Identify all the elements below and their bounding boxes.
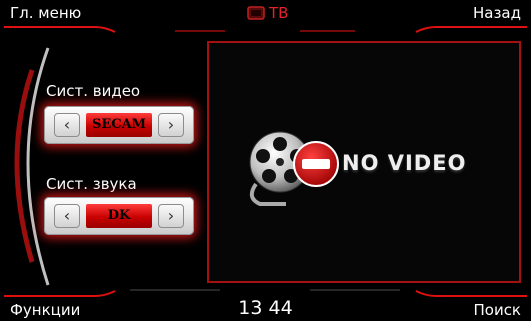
search-button[interactable]: Поиск xyxy=(473,301,521,319)
video-system-next-button[interactable]: › xyxy=(158,113,184,137)
audio-system-next-button[interactable]: › xyxy=(158,204,184,228)
video-system-value: SECAM xyxy=(86,113,152,137)
video-system-label: Сист. видео xyxy=(46,82,141,100)
audio-system-label: Сист. звука xyxy=(46,175,137,193)
film-reel-no-entry-icon xyxy=(249,131,339,206)
audio-system-prev-button[interactable]: ‹ xyxy=(54,204,80,228)
video-system-prev-button[interactable]: ‹ xyxy=(54,113,80,137)
main-menu-button[interactable]: Гл. меню xyxy=(10,4,81,22)
video-system-selector: ‹ SECAM › xyxy=(44,106,194,144)
back-button[interactable]: Назад xyxy=(473,4,521,22)
no-video-label: NO VIDEO xyxy=(342,151,467,175)
chevron-right-icon: › xyxy=(167,206,175,225)
chevron-left-icon: ‹ xyxy=(63,206,71,225)
audio-system-selector: ‹ DK › xyxy=(44,197,194,235)
page-title: ТВ xyxy=(247,3,288,23)
clock: 13 44 xyxy=(238,297,293,319)
tv-icon xyxy=(247,6,265,20)
chevron-right-icon: › xyxy=(167,115,175,134)
audio-system-value: DK xyxy=(86,204,152,228)
page-title-label: ТВ xyxy=(269,4,289,22)
chevron-left-icon: ‹ xyxy=(63,115,71,134)
